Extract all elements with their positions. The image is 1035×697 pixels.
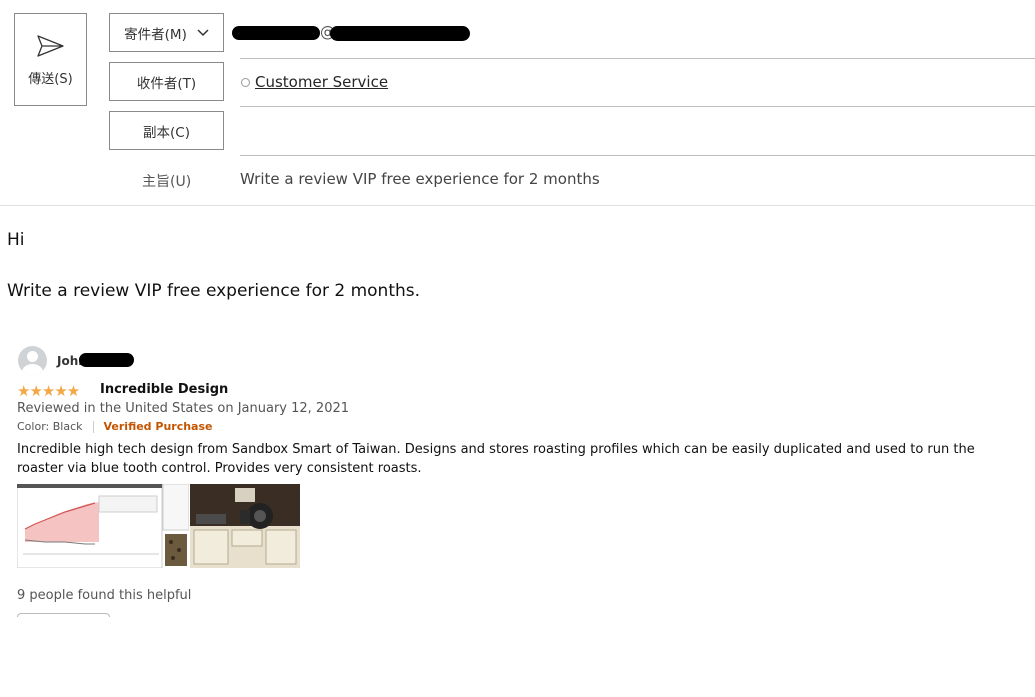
to-recipient-name: Customer Service: [255, 73, 389, 91]
from-divider: [240, 58, 1035, 59]
to-field-underline: [240, 106, 1035, 107]
redaction-mark: [330, 26, 470, 41]
send-button[interactable]: 傳送(S): [14, 13, 87, 106]
send-icon: [36, 35, 64, 57]
presence-status-icon: [241, 77, 250, 87]
from-button-label: 寄件者(M): [124, 26, 187, 43]
redaction-mark: [232, 26, 320, 40]
review-text: Incredible high tech design from Sandbox…: [17, 442, 975, 476]
compose-header: 傳送(S) 寄件者(M) 收件者(T) 副本(C) @ Customer Ser…: [0, 0, 1035, 206]
chevron-down-icon: [197, 28, 209, 36]
review-color: Color: Black: [17, 420, 83, 433]
subject-input[interactable]: Write a review VIP free experience for 2…: [240, 170, 600, 188]
body-line[interactable]: Write a review VIP free experience for 2…: [7, 281, 420, 301]
star-rating: ★★★★★: [17, 382, 80, 400]
body-greeting[interactable]: Hi: [7, 230, 25, 250]
subject-label: 主旨(U): [142, 174, 192, 190]
review-title: Incredible Design: [100, 382, 229, 397]
roaster-photo-image: [190, 484, 300, 568]
verified-purchase-badge: Verified Purchase: [103, 420, 213, 433]
review-date: Reviewed in the United States on January…: [17, 401, 350, 416]
to-button[interactable]: 收件者(T): [109, 62, 224, 101]
from-address[interactable]: @: [232, 22, 472, 44]
helpful-count: 9 people found this helpful: [17, 588, 192, 603]
send-button-label: 傳送(S): [28, 72, 73, 87]
to-button-label: 收件者(T): [136, 75, 197, 92]
cc-field-underline: [240, 155, 1035, 156]
from-button[interactable]: 寄件者(M): [109, 13, 224, 52]
cc-button[interactable]: 副本(C): [109, 111, 224, 150]
to-recipient[interactable]: Customer Service: [241, 73, 388, 91]
redaction-mark: [79, 353, 134, 367]
avatar: [18, 346, 47, 375]
review-meta: Color: Black Verified Purchase: [17, 420, 213, 433]
helpful-button: [17, 613, 110, 617]
roast-profile-chart-image: [17, 484, 189, 568]
cc-button-label: 副本(C): [143, 124, 190, 141]
